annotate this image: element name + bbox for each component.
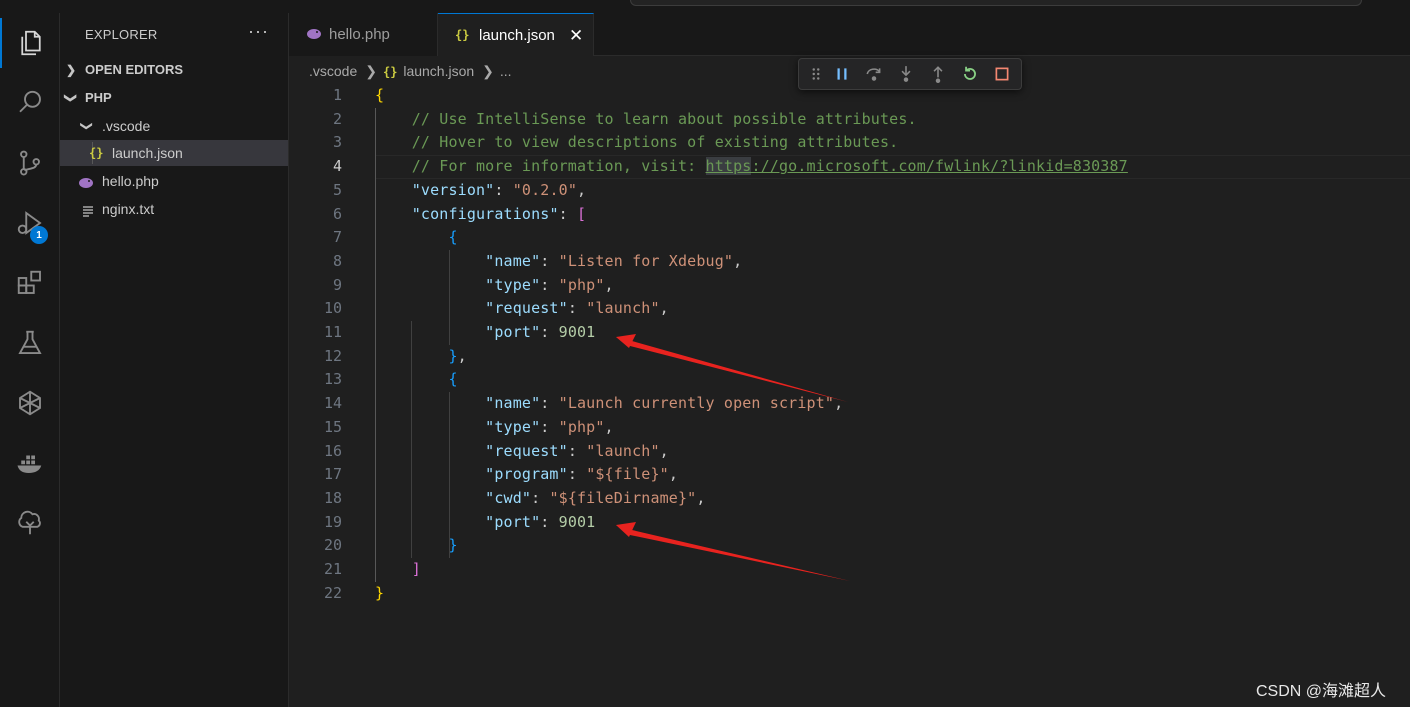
url-link[interactable]: https [705, 157, 752, 176]
breadcrumb-more[interactable]: ... [500, 63, 512, 79]
breadcrumb: .vscode ❯ {} launch.json ❯... [309, 60, 514, 82]
line-number: 8 [332, 251, 342, 270]
code-line: }, [448, 346, 467, 365]
line-number: 16 [323, 441, 342, 460]
folder-php[interactable]: ❯ PHP [60, 85, 288, 111]
code-line: "type": "php", [485, 417, 614, 436]
code-line: } [375, 583, 385, 602]
folder-vscode[interactable]: ❯ .vscode [60, 113, 288, 139]
chevron-down-icon: ❯ [64, 92, 79, 104]
line-number: 7 [332, 228, 342, 247]
explorer-icon[interactable] [0, 18, 60, 68]
port-value: 9001 [558, 323, 596, 341]
search-icon[interactable] [0, 78, 60, 128]
code-line: } [448, 536, 458, 555]
explorer-sidebar: EXPLORER ··· ❯ OPEN EDITORS ❯ PHP ❯ .vsc… [60, 13, 289, 707]
line-number: 20 [323, 536, 342, 555]
code-line: "port": 9001 [485, 323, 596, 341]
code-line: "request": "launch", [485, 441, 669, 460]
code-line: "request": "launch", [485, 299, 669, 318]
line-number: 5 [332, 180, 342, 199]
title-bar [0, 0, 1410, 13]
code-line: "name": "Launch currently open script", [485, 394, 844, 413]
code-line: "type": "php", [485, 275, 614, 294]
tab-bar: hello.php {} launch.json ✕ [289, 13, 1410, 56]
command-center[interactable] [630, 0, 1362, 6]
tab-hello-php[interactable]: hello.php [289, 13, 438, 56]
code-line: // Hover to view descriptions of existin… [411, 133, 899, 152]
code-line: { [448, 370, 458, 389]
line-number: 21 [323, 560, 342, 578]
tree-outline-icon[interactable] [0, 498, 60, 548]
chevron-right-icon: ❯ [365, 63, 377, 79]
php-elephant-icon [306, 27, 322, 45]
json-file-icon: {} [455, 28, 470, 42]
source-control-icon[interactable] [0, 138, 60, 188]
docker-icon[interactable] [0, 438, 60, 488]
line-number: 14 [323, 394, 342, 413]
text-file-icon [82, 202, 94, 228]
json-file-icon: {} [382, 65, 398, 79]
line-number: 6 [332, 204, 342, 223]
line-number: 11 [323, 323, 342, 341]
breadcrumb-folder[interactable]: .vscode [309, 63, 357, 79]
extensions-icon[interactable] [0, 258, 60, 308]
file-launch-json[interactable]: {} launch.json [60, 140, 288, 166]
sidebar-title: EXPLORER [85, 27, 158, 42]
run-debug-icon[interactable]: 1 [0, 198, 60, 248]
more-actions-icon[interactable]: ··· [248, 21, 269, 42]
url-link[interactable]: ://go.microsoft.com/fwlink/?linkid=83038… [751, 157, 1127, 175]
line-number: 22 [323, 583, 342, 602]
chevron-right-icon: ❯ [66, 63, 77, 77]
line-number: 18 [323, 488, 342, 507]
code-line: "configurations": [ [411, 204, 587, 223]
code-line: "name": "Listen for Xdebug", [485, 251, 743, 270]
code-line: // Use IntelliSense to learn about possi… [411, 109, 917, 128]
line-number: 15 [323, 417, 342, 436]
line-number: 12 [323, 346, 342, 365]
open-editors-section[interactable]: ❯ OPEN EDITORS [60, 57, 288, 83]
chevron-right-icon: ❯ [482, 63, 494, 79]
code-line: "cwd": "${fileDirname}", [485, 488, 706, 507]
line-number: 4 [332, 157, 342, 176]
code-line: "port": 9001 [485, 512, 596, 531]
line-number: 10 [323, 299, 342, 318]
tab-launch-json[interactable]: {} launch.json ✕ [438, 13, 594, 56]
chevron-down-icon: ❯ [80, 120, 95, 132]
watermark: CSDN @海滩超人 [1256, 683, 1387, 700]
breadcrumb-file[interactable]: launch.json [403, 63, 474, 79]
code-editor[interactable]: 1 2 3 4 5 6 7 8 9 10 11 12 13 14 15 16 17 18 19 20 21 22 { //… [289, 84, 1410, 707]
line-number: 19 [323, 512, 342, 531]
code-line: // For more information, visit: https://… [411, 157, 1128, 176]
debug-badge: 1 [30, 226, 48, 244]
file-nginx-txt[interactable]: nginx.txt [60, 196, 288, 222]
close-icon[interactable]: ✕ [569, 14, 583, 57]
testing-flask-icon[interactable] [0, 318, 60, 368]
line-number: 1 [332, 86, 342, 104]
code-line: "version": "0.2.0", [411, 180, 587, 199]
code-line: "program": "${file}", [485, 465, 679, 484]
code-line: ] [411, 560, 421, 578]
line-number: 9 [332, 275, 342, 294]
line-number: 3 [332, 133, 342, 152]
activity-bar: 1 [0, 13, 60, 707]
code-line: { [375, 86, 385, 104]
code-line: { [448, 228, 458, 247]
file-hello-php[interactable]: hello.php [60, 168, 288, 194]
line-number: 17 [323, 465, 342, 484]
line-number: 2 [332, 109, 342, 128]
json-file-icon: {} [89, 146, 104, 160]
remote-explorer-icon[interactable] [0, 378, 60, 428]
port-value: 9001 [558, 512, 596, 531]
line-number: 13 [323, 370, 342, 389]
